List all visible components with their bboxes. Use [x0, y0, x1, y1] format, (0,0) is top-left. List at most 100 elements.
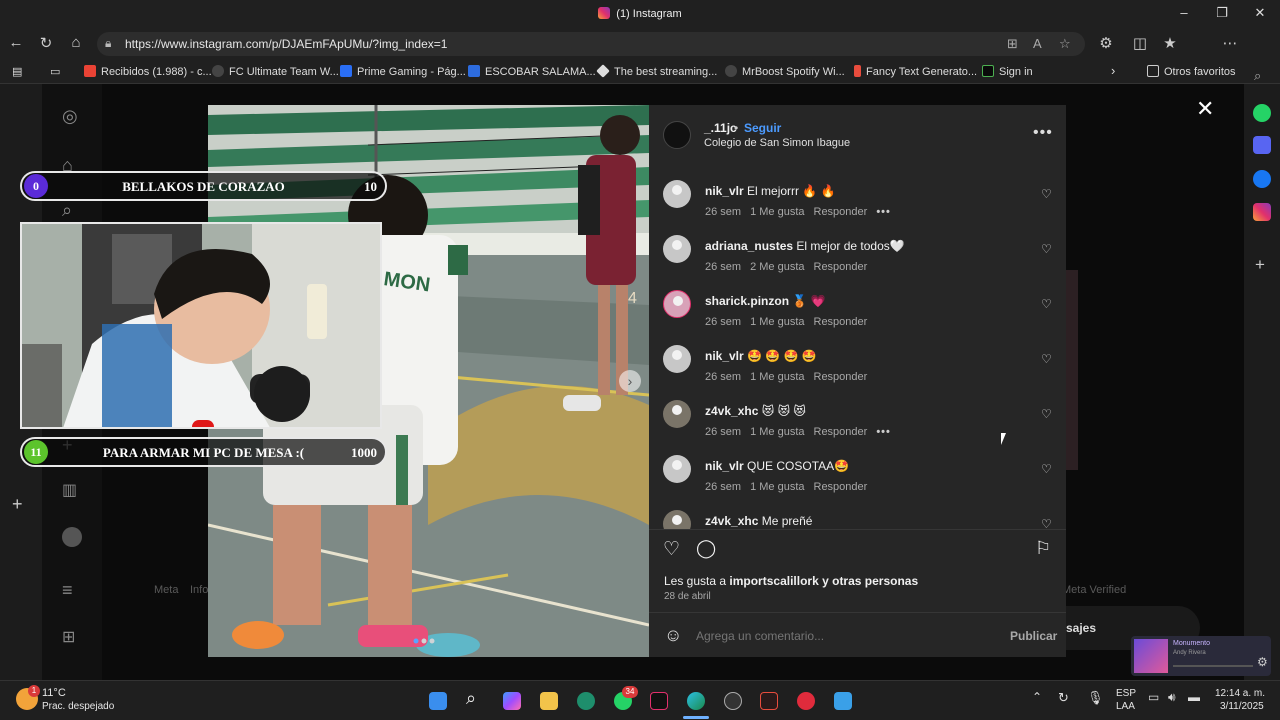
- like-comment-icon[interactable]: ♡: [1041, 187, 1052, 201]
- track-progress[interactable]: [1173, 665, 1253, 667]
- comment-avatar[interactable]: [663, 180, 691, 208]
- like-comment-icon[interactable]: ♡: [1041, 352, 1052, 366]
- microphone-icon[interactable]: 🎙︎: [1087, 690, 1104, 706]
- clock-date[interactable]: 3/11/2025: [1220, 701, 1264, 712]
- comment-username[interactable]: nik_vlr: [705, 349, 744, 363]
- like-comment-icon[interactable]: ♡: [1041, 517, 1052, 529]
- like-comment-icon[interactable]: ♡: [1041, 242, 1052, 256]
- comment-avatar[interactable]: [663, 235, 691, 263]
- comment-likes[interactable]: 1 Me gusta: [750, 206, 804, 218]
- bookmark-mrboost[interactable]: MrBoost Spotify Wi...: [725, 65, 845, 78]
- copilot-icon[interactable]: [503, 692, 521, 710]
- video-app-icon[interactable]: [797, 692, 815, 710]
- bookmark-sign-in[interactable]: Sign in: [982, 65, 1033, 78]
- comment-likes[interactable]: 2 Me gusta: [750, 261, 804, 273]
- add-icon[interactable]: +: [1255, 255, 1265, 275]
- like-comment-icon[interactable]: ♡: [1041, 297, 1052, 311]
- sync-icon[interactable]: ↻: [1058, 690, 1069, 706]
- collections-icon[interactable]: ▭: [50, 65, 60, 78]
- reply-button[interactable]: Responder: [814, 426, 868, 438]
- reply-button[interactable]: Responder: [814, 371, 868, 383]
- split-screen-icon[interactable]: ◫: [1130, 34, 1150, 52]
- bookmark-escobar[interactable]: ESCOBAR SALAMA...: [468, 65, 596, 78]
- chevron-right-icon[interactable]: ›: [1111, 63, 1115, 78]
- back-icon[interactable]: ←: [6, 34, 26, 51]
- follow-button[interactable]: Seguir: [744, 121, 781, 135]
- comment-avatar[interactable]: [663, 455, 691, 483]
- reply-button[interactable]: Responder: [814, 316, 868, 328]
- comment-icon[interactable]: ◯: [696, 538, 716, 559]
- comment-likes[interactable]: 1 Me gusta: [750, 316, 804, 328]
- bookmark-streaming[interactable]: The best streaming...: [596, 64, 717, 78]
- facebook-icon[interactable]: [1253, 170, 1271, 188]
- comment-username[interactable]: z4vk_xhc: [705, 404, 758, 418]
- next-image-button[interactable]: ›: [619, 370, 641, 392]
- address-bar[interactable]: 🔒︎ https://www.instagram.com/p/DJAEmFApU…: [97, 32, 1085, 56]
- instagram-logo-icon[interactable]: ◎: [62, 106, 78, 127]
- reply-button[interactable]: Responder: [814, 481, 868, 493]
- refresh-icon[interactable]: ↻: [36, 34, 56, 52]
- volume-icon[interactable]: 🔊︎: [1168, 690, 1176, 705]
- comment-username[interactable]: adriana_nustes: [705, 239, 793, 253]
- comment-more-icon[interactable]: •••: [876, 426, 891, 438]
- comment-avatar[interactable]: [663, 510, 691, 529]
- like-icon[interactable]: ♡: [663, 538, 680, 561]
- extensions-icon[interactable]: ⚙: [1096, 34, 1116, 52]
- comment-username[interactable]: sharick.pinzon: [705, 294, 789, 308]
- author-avatar[interactable]: [663, 121, 691, 149]
- minimize-button[interactable]: –: [1175, 5, 1193, 20]
- likes-summary[interactable]: Les gusta a importscalillork y otras per…: [664, 574, 918, 588]
- search-icon[interactable]: ⌕: [1254, 68, 1261, 84]
- profile-avatar[interactable]: [62, 527, 82, 547]
- comment-avatar[interactable]: [663, 400, 691, 428]
- like-comment-icon[interactable]: ♡: [1041, 462, 1052, 476]
- comment-avatar[interactable]: [663, 290, 691, 318]
- grid-icon[interactable]: ⊞: [1007, 36, 1018, 52]
- comment-username[interactable]: z4vk_xhc: [705, 514, 758, 528]
- language-primary[interactable]: ESP: [1116, 688, 1136, 699]
- chevron-up-icon[interactable]: ⌃: [1032, 690, 1042, 704]
- discord-icon[interactable]: [1253, 136, 1271, 154]
- dashboard-icon[interactable]: ▥: [62, 480, 77, 500]
- close-modal-button[interactable]: ✕: [1196, 96, 1214, 122]
- more-options-icon[interactable]: ⋯: [1220, 34, 1240, 52]
- instagram-icon[interactable]: [1253, 203, 1271, 221]
- settings-icon[interactable]: ⚙: [1257, 655, 1268, 669]
- publish-button[interactable]: Publicar: [1010, 629, 1057, 643]
- author-username[interactable]: _.11jc: [704, 121, 737, 135]
- file-explorer-icon[interactable]: [540, 692, 558, 710]
- bookmark-gmail[interactable]: Recibidos (1.988) - c...: [84, 65, 212, 78]
- likes-username[interactable]: importscalillork: [729, 574, 818, 588]
- comment-more-icon[interactable]: •••: [876, 206, 891, 218]
- more-options-icon[interactable]: •••: [1033, 124, 1053, 142]
- reply-button[interactable]: Responder: [814, 206, 868, 218]
- comment-likes[interactable]: 1 Me gusta: [750, 481, 804, 493]
- home-icon[interactable]: ⌂: [66, 34, 86, 51]
- close-window-button[interactable]: ✕: [1251, 5, 1269, 21]
- reply-button[interactable]: Responder: [814, 261, 868, 273]
- save-bookmark-icon[interactable]: ⚐: [1035, 538, 1051, 559]
- edge-icon[interactable]: [687, 692, 705, 710]
- app-icon[interactable]: [577, 692, 595, 710]
- like-comment-icon[interactable]: ♡: [1041, 407, 1052, 421]
- windows-start-icon[interactable]: [429, 692, 447, 710]
- app-icon[interactable]: [760, 692, 778, 710]
- comment-likes[interactable]: 1 Me gusta: [750, 371, 804, 383]
- bookmark-fancy-text[interactable]: Fancy Text Generato...: [854, 65, 977, 78]
- post-location[interactable]: Colegio de San Simon Ibague: [704, 137, 850, 149]
- favorite-star-icon[interactable]: ☆: [1059, 36, 1071, 52]
- mini-music-player[interactable]: Monumento Andy Rivera: [1131, 636, 1271, 676]
- clock-time[interactable]: 12:14 a. m.: [1215, 688, 1265, 699]
- notepad-icon[interactable]: [834, 692, 852, 710]
- search-icon[interactable]: ⌕: [466, 688, 476, 709]
- maximize-button[interactable]: ❐: [1213, 5, 1231, 21]
- battery-icon[interactable]: ▬: [1188, 690, 1200, 704]
- apps-grid-icon[interactable]: ⊞: [62, 627, 75, 647]
- other-favorites[interactable]: Otros favoritos: [1147, 65, 1236, 78]
- comment-input[interactable]: [696, 629, 996, 643]
- bookmark-prime-gaming[interactable]: Prime Gaming - Pág...: [340, 65, 466, 78]
- comment-likes[interactable]: 1 Me gusta: [750, 426, 804, 438]
- tiktok-icon[interactable]: [650, 692, 668, 710]
- comment-username[interactable]: nik_vlr: [705, 184, 744, 198]
- add-icon[interactable]: +: [12, 494, 23, 515]
